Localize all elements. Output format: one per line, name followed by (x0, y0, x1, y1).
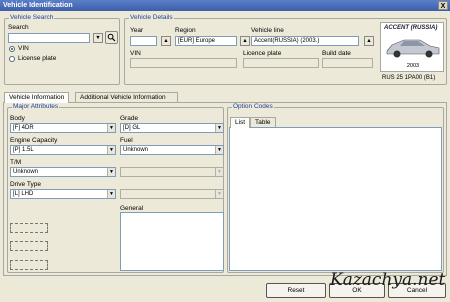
build-date-label: Build date (322, 50, 351, 57)
option-codes-legend: Option Codes (232, 103, 274, 110)
option-codes-list[interactable] (229, 127, 442, 271)
radio-license-label: License plate (18, 55, 57, 62)
vehicle-code: RUS 25 1PA00 (B1) (382, 75, 436, 81)
drive-type-select[interactable]: [L] LHD ▼ (10, 189, 116, 199)
chevron-up-icon: ▲ (366, 38, 372, 44)
region-label: Region (175, 27, 196, 34)
licence-plate-field[interactable] (243, 58, 319, 68)
drive-type-value: [L] LHD (13, 191, 34, 197)
vin-label: VIN (130, 50, 141, 57)
year-label: Year (130, 27, 144, 34)
vehicle-line-label: Vehicle line (251, 27, 284, 34)
blank-attribute-select-2[interactable]: ▼ (120, 189, 224, 199)
grade-label: Grade (120, 115, 139, 122)
region-dropdown-button[interactable]: ▲ (240, 36, 250, 46)
fuel-select[interactable]: Unknown ▼ (120, 145, 224, 155)
tm-label: T/M (10, 159, 22, 166)
chevron-down-icon: ▼ (107, 190, 115, 198)
body-label: Body (10, 115, 25, 122)
radio-license-plate[interactable] (9, 56, 15, 62)
car-name: ACCENT (RUSSIA) (384, 25, 438, 31)
engine-capacity-select[interactable]: [P] 1.5L ▼ (10, 145, 116, 155)
chevron-up-icon: ▲ (163, 38, 169, 44)
chevron-down-icon: ▼ (95, 35, 101, 41)
chevron-down-icon: ▼ (215, 124, 223, 132)
body-value: [F] 4DR (13, 125, 34, 131)
year-dropdown-button[interactable]: ▲ (161, 36, 171, 46)
chevron-down-icon: ▼ (107, 124, 115, 132)
vehicle-details-legend: Vehicle Details (129, 14, 174, 21)
reset-button[interactable]: Reset (266, 283, 326, 298)
chevron-down-icon: ▼ (215, 190, 223, 198)
body-select[interactable]: [F] 4DR ▼ (10, 123, 116, 133)
chevron-down-icon: ▼ (215, 146, 223, 154)
grade-select[interactable]: [D] GL ▼ (120, 123, 224, 133)
engine-capacity-value: [P] 1.5L (13, 147, 34, 153)
major-attributes-legend: Major Attributes (12, 103, 60, 110)
placeholder-slot (10, 223, 48, 233)
fuel-label: Fuel (120, 137, 133, 144)
vehicle-line-field[interactable]: Accent(RUSSIA) (2003.) (251, 36, 359, 46)
tab-additional-vehicle-information[interactable]: Additional Vehicle Information (75, 92, 178, 102)
placeholder-slot (10, 260, 48, 270)
chevron-down-icon: ▼ (215, 168, 223, 176)
radio-vin-label: VIN (18, 45, 29, 52)
vehicle-search-legend: Vehicle Search (9, 14, 55, 21)
general-label: General (120, 205, 144, 212)
blank-attribute-select[interactable]: ▼ (120, 167, 224, 177)
placeholder-slot (10, 241, 48, 251)
window-title: Vehicle Identification (3, 2, 73, 9)
search-button[interactable] (105, 31, 118, 44)
radio-vin[interactable] (9, 46, 15, 52)
licence-plate-label: Licence plate (243, 50, 282, 57)
fuel-value: Unknown (123, 147, 149, 153)
search-input[interactable] (8, 33, 90, 43)
tab-vehicle-information[interactable]: Vehicle Information (4, 92, 70, 103)
magnifier-icon (107, 33, 116, 42)
tm-value: Unknown (13, 169, 39, 175)
tm-select[interactable]: Unknown ▼ (10, 167, 116, 177)
drive-type-label: Drive Type (10, 181, 41, 188)
general-textarea[interactable] (120, 212, 224, 271)
car-year: 2003 (406, 63, 420, 69)
region-field[interactable]: [EUR] Europe (175, 36, 237, 46)
tab-list[interactable]: List (230, 117, 251, 128)
close-icon[interactable]: X (438, 1, 448, 10)
tab-table[interactable]: Table (250, 117, 276, 127)
grade-value: [D] GL (123, 125, 141, 131)
chevron-up-icon: ▲ (242, 38, 248, 44)
vin-field[interactable] (130, 58, 237, 68)
year-field[interactable] (130, 36, 157, 46)
build-date-field[interactable] (322, 58, 373, 68)
search-history-button[interactable]: ▼ (93, 33, 103, 43)
chevron-down-icon: ▼ (107, 146, 115, 154)
vehicle-line-dropdown-button[interactable]: ▲ (364, 36, 374, 46)
vehicle-image-panel: ACCENT (RUSSIA) 2003 (380, 22, 444, 72)
engine-capacity-label: Engine Capacity (10, 137, 58, 144)
window-titlebar: Vehicle Identification X (0, 0, 450, 11)
watermark-text: Kazachya.net (330, 270, 446, 290)
car-icon (386, 39, 440, 58)
search-label: Search (8, 24, 29, 31)
chevron-down-icon: ▼ (107, 168, 115, 176)
